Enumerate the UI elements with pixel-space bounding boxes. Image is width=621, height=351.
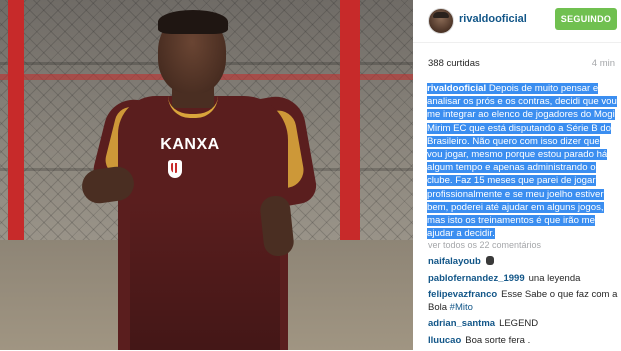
comment-username[interactable]: adrian_santma [428, 318, 495, 329]
post-caption: rivaldooficial Depois de muito pensar e … [427, 82, 617, 240]
comment-username[interactable]: naifalayoub [428, 256, 481, 267]
comment-item: pablofernandez_1999 una leyenda [428, 273, 618, 286]
comment-text: una leyenda [528, 272, 581, 284]
comment-username[interactable]: lluucao [428, 335, 461, 346]
comment-username[interactable]: pablofernandez_1999 [428, 273, 525, 284]
profile-username[interactable]: rivaldooficial [459, 13, 527, 25]
comment-text: Boa sorte fera . [465, 334, 531, 346]
player-figure: KANXA [0, 0, 413, 350]
profile-avatar[interactable] [428, 8, 454, 34]
comment-list: naifalayoub pablofernandez_1999 una leyen… [428, 256, 618, 351]
post-details-panel: rivaldooficial SEGUINDO 388 curtidas 4 m… [413, 0, 621, 350]
comment-text: LEGEND [499, 318, 539, 329]
caption-text: Depois de muito pensar e analisar os pró… [427, 83, 617, 240]
following-button[interactable]: SEGUINDO [555, 8, 617, 30]
likes-count[interactable]: 388 curtidas [428, 58, 480, 69]
hashtag-link[interactable]: #Mito [450, 302, 473, 313]
comment-item: felipevazfranco Esse Sabe o que faz com a… [428, 289, 618, 314]
jersey-sponsor-logo: KANXA [160, 136, 220, 153]
post-stats: 388 curtidas 4 min [413, 43, 621, 75]
post-photo: KANXA [0, 0, 413, 350]
fist-emoji-icon [485, 256, 494, 265]
comment-item: naifalayoub [428, 256, 618, 269]
post-header: rivaldooficial SEGUINDO [413, 0, 621, 43]
player-hair [158, 10, 228, 34]
comment-item: lluucao Boa sorte fera . [428, 335, 618, 348]
comment-item: adrian_santma LEGEND [428, 318, 618, 331]
club-crest-icon [168, 160, 182, 178]
view-all-comments-link[interactable]: ver todos os 22 comentários [428, 240, 541, 250]
jersey-shade [130, 200, 280, 350]
comment-username[interactable]: felipevazfranco [428, 289, 497, 300]
post-timestamp[interactable]: 4 min [592, 58, 615, 69]
caption-username[interactable]: rivaldooficial [427, 83, 487, 94]
